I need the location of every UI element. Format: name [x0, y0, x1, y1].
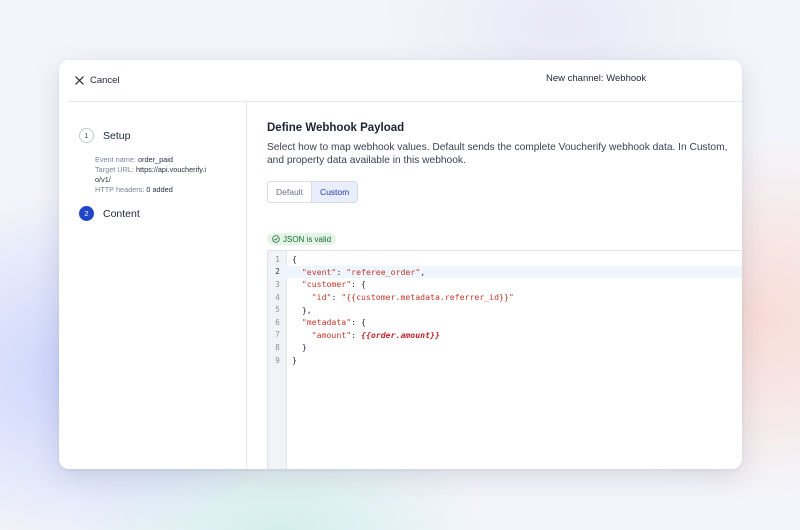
code-text: } — [292, 355, 297, 366]
step-number: 1 — [79, 128, 94, 143]
mode-custom-button[interactable]: Custom — [311, 182, 358, 202]
line-number: 1 — [275, 254, 280, 264]
code-text: "id": "{{customer.metadata.referrer_id}}… — [311, 292, 514, 303]
line-number: 5 — [275, 305, 280, 315]
code-line[interactable]: 3 "customer": { — [268, 278, 742, 291]
code-line[interactable]: 1{ — [268, 253, 742, 266]
code-text: } — [301, 342, 307, 353]
code-line[interactable]: 2 "event": "referee_order", — [268, 265, 742, 279]
dialog-title: New channel: Webhook — [546, 73, 647, 84]
cancel-button[interactable]: Cancel — [75, 72, 120, 89]
headers-value: 0 added — [146, 185, 173, 194]
code-text: }, — [301, 304, 312, 315]
mode-default-button[interactable]: Default — [268, 182, 312, 202]
code-line[interactable]: 8 } — [268, 341, 742, 354]
line-number: 8 — [275, 342, 280, 352]
target-url-label: Target URL: — [95, 165, 134, 174]
headers-label: HTTP headers: — [95, 185, 145, 194]
json-value: "referee_order" — [346, 266, 421, 277]
code-text: "metadata": { — [301, 317, 366, 328]
setup-summary: Event name: order_paid Target URL: https… — [95, 155, 239, 195]
content-panel: Define Webhook Payload Select how to map… — [247, 102, 742, 469]
line-number: 6 — [275, 317, 280, 327]
step-label: Setup — [103, 129, 131, 142]
event-name-value: order_paid — [138, 155, 173, 164]
json-editor[interactable]: 1{2 "event": "referee_order", 3 "customer… — [267, 250, 742, 469]
line-number: 7 — [275, 330, 280, 340]
steps-sidebar: 1 Setup Event name: order_paid Target UR… — [59, 102, 247, 469]
line-number: 9 — [275, 355, 280, 365]
json-key: "metadata" — [301, 317, 352, 328]
line-number: 2 — [275, 267, 280, 277]
json-valid-text: JSON is valid — [283, 234, 332, 244]
code-text: { — [292, 254, 297, 265]
code-line[interactable]: 6 "metadata": { — [268, 316, 742, 329]
code-line[interactable]: 9} — [268, 354, 742, 367]
code-line[interactable]: 7 "amount": {{order.amount}} — [268, 329, 742, 342]
target-url-value-cont: o/v1/ — [95, 175, 111, 184]
close-icon — [75, 76, 84, 85]
json-key: "customer" — [301, 279, 352, 290]
payload-mode-toggle: Default Custom — [267, 181, 359, 203]
json-key: "amount" — [311, 329, 352, 340]
code-text: "event": "referee_order", — [301, 266, 426, 277]
step-label: Content — [103, 207, 140, 220]
json-value: {{order.amount}} — [361, 329, 440, 340]
check-circle-icon — [272, 235, 280, 243]
code-text: "customer": { — [301, 279, 366, 290]
webhook-dialog: Cancel New channel: Webhook 1 Setup Even… — [59, 60, 742, 469]
step-content[interactable]: 2 Content — [79, 206, 140, 221]
step-number: 2 — [79, 206, 94, 221]
cancel-label: Cancel — [90, 75, 120, 86]
code-line[interactable]: 4 "id": "{{customer.metadata.referrer_id… — [268, 291, 742, 304]
json-key: "id" — [311, 292, 332, 303]
description-line: Select how to map webhook values. Defaul… — [267, 142, 728, 153]
json-valid-badge: JSON is valid — [267, 233, 337, 245]
description-line: and property data available in this webh… — [267, 155, 466, 166]
json-key: "event" — [301, 266, 337, 277]
section-description: Select how to map webhook values. Defaul… — [267, 141, 742, 167]
section-heading: Define Webhook Payload — [267, 122, 405, 134]
json-value: "{{customer.metadata.referrer_id}}" — [341, 292, 514, 303]
step-setup[interactable]: 1 Setup — [79, 128, 130, 143]
dialog-header: Cancel New channel: Webhook — [59, 60, 742, 101]
line-number: 3 — [275, 279, 280, 289]
target-url-value: https://api.voucherify.i — [135, 165, 206, 174]
line-number: 4 — [275, 292, 280, 302]
code-text: "amount": {{order.amount}} — [311, 329, 440, 340]
code-line[interactable]: 5 }, — [268, 303, 742, 316]
event-name-label: Event name: — [95, 155, 136, 164]
